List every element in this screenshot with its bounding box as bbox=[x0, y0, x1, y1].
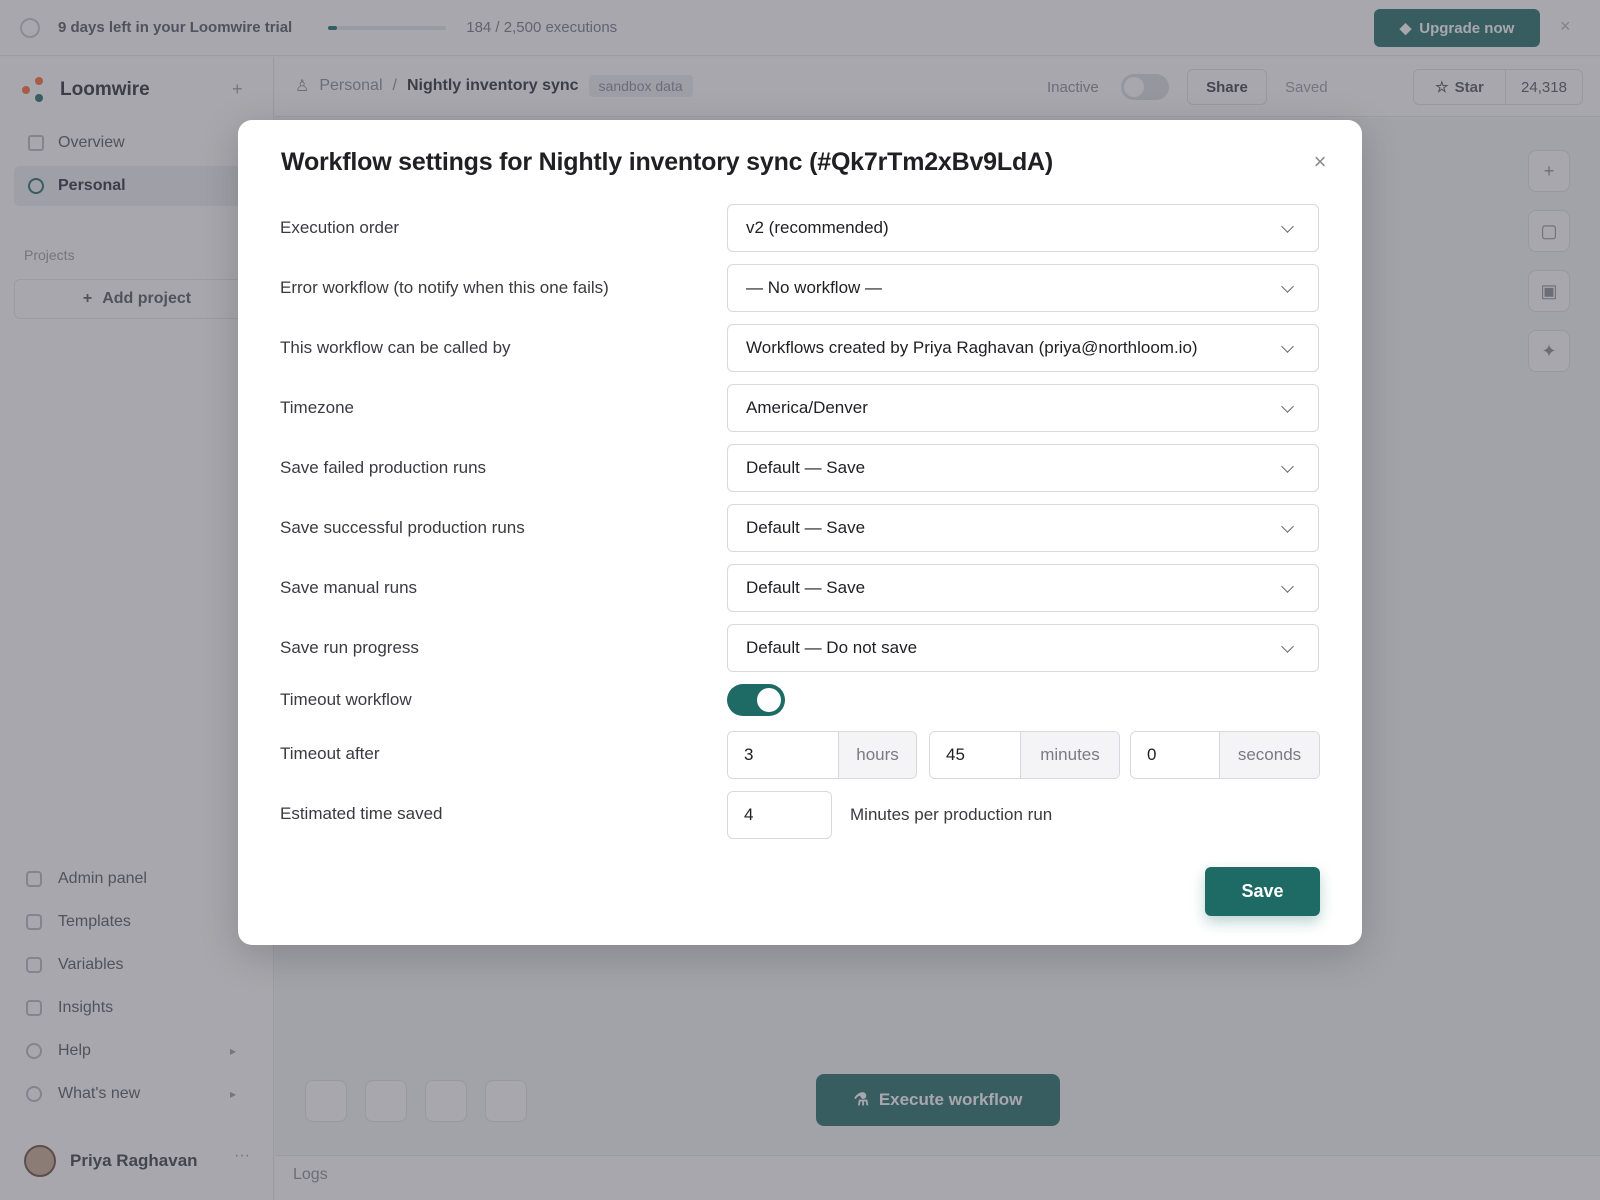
estimated-time-suffix: Minutes per production run bbox=[850, 805, 1053, 824]
save-failed-label: Save failed production runs bbox=[280, 458, 487, 477]
select-value: America/Denver bbox=[746, 398, 868, 417]
timeout-minutes-input[interactable] bbox=[930, 732, 1020, 778]
save-progress-select[interactable]: Default — Do not save bbox=[727, 624, 1319, 672]
select-value: v2 (recommended) bbox=[746, 218, 889, 237]
hours-unit: hours bbox=[838, 732, 916, 778]
execution-order-select[interactable]: v2 (recommended) bbox=[727, 204, 1319, 252]
timeout-after-label: Timeout after bbox=[280, 744, 380, 763]
caller-policy-select[interactable]: Workflows created by Priya Raghavan (pri… bbox=[727, 324, 1319, 372]
save-success-select[interactable]: Default — Save bbox=[727, 504, 1319, 552]
timeout-hours-input[interactable] bbox=[728, 732, 838, 778]
chevron-down-icon bbox=[1281, 339, 1294, 353]
timeout-seconds-input[interactable] bbox=[1131, 732, 1219, 778]
chevron-down-icon bbox=[1281, 639, 1294, 653]
chevron-down-icon bbox=[1281, 399, 1294, 413]
save-manual-select[interactable]: Default — Save bbox=[727, 564, 1319, 612]
chevron-down-icon bbox=[1281, 459, 1294, 473]
timeout-seconds-group: seconds bbox=[1130, 731, 1320, 779]
chevron-down-icon bbox=[1281, 279, 1294, 293]
select-value: — No workflow — bbox=[746, 278, 883, 297]
workflow-settings-dialog: Workflow settings for Nightly inventory … bbox=[238, 120, 1362, 945]
execution-order-label: Execution order bbox=[280, 218, 400, 237]
error-workflow-label: Error workflow (to notify when this one … bbox=[280, 278, 609, 297]
estimated-time-input[interactable] bbox=[727, 791, 832, 839]
close-icon[interactable]: × bbox=[1308, 150, 1332, 174]
timeout-toggle-label: Timeout workflow bbox=[280, 690, 412, 709]
select-value: Default — Do not save bbox=[746, 638, 918, 657]
select-value: Default — Save bbox=[746, 458, 866, 477]
chevron-down-icon bbox=[1281, 519, 1294, 533]
minutes-unit: minutes bbox=[1020, 732, 1119, 778]
select-value: Workflows created by Priya Raghavan (pri… bbox=[746, 338, 1198, 357]
caller-policy-label: This workflow can be called by bbox=[280, 338, 511, 357]
save-manual-label: Save manual runs bbox=[280, 578, 418, 597]
save-button[interactable]: Save bbox=[1205, 867, 1320, 916]
save-progress-label: Save run progress bbox=[280, 638, 419, 657]
seconds-unit: seconds bbox=[1219, 732, 1319, 778]
save-failed-select[interactable]: Default — Save bbox=[727, 444, 1319, 492]
dialog-title: Workflow settings for Nightly inventory … bbox=[281, 148, 1054, 176]
chevron-down-icon bbox=[1281, 219, 1294, 233]
save-success-label: Save successful production runs bbox=[280, 518, 525, 537]
timezone-select[interactable]: America/Denver bbox=[727, 384, 1319, 432]
error-workflow-select[interactable]: — No workflow — bbox=[727, 264, 1319, 312]
timeout-toggle[interactable] bbox=[727, 684, 785, 716]
select-value: Default — Save bbox=[746, 578, 866, 597]
chevron-down-icon bbox=[1281, 579, 1294, 593]
select-value: Default — Save bbox=[746, 518, 866, 537]
timezone-label: Timezone bbox=[280, 398, 355, 417]
timeout-hours-group: hours bbox=[727, 731, 917, 779]
timeout-minutes-group: minutes bbox=[929, 731, 1120, 779]
estimated-time-label: Estimated time saved bbox=[280, 804, 443, 823]
toggle-knob bbox=[757, 688, 781, 712]
